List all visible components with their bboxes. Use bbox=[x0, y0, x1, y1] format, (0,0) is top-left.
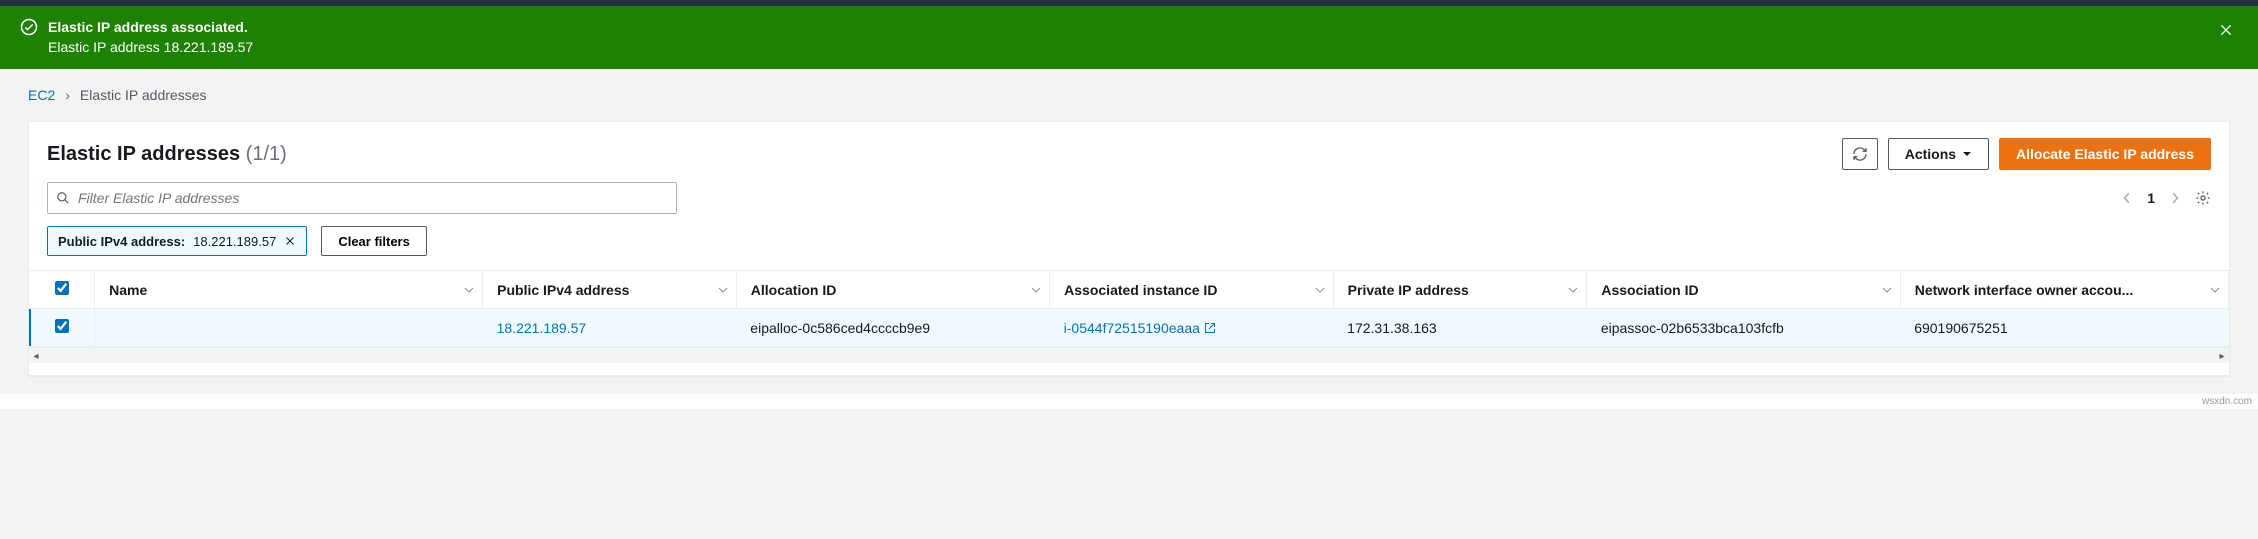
page-title: Elastic IP addresses (1/1) bbox=[47, 143, 287, 166]
main-panel: Elastic IP addresses (1/1) Actions Alloc… bbox=[28, 121, 2230, 376]
col-header-association-id[interactable]: Association ID bbox=[1587, 271, 1900, 309]
cell-instance-id[interactable]: i-0544f72515190eaaa bbox=[1064, 320, 1216, 336]
notification-banner: Elastic IP address associated. Elastic I… bbox=[0, 6, 2258, 69]
sort-icon bbox=[464, 282, 474, 298]
table-row[interactable]: 18.221.189.57 eipalloc-0c586ced4ccccb9e9… bbox=[29, 309, 2229, 347]
select-all-checkbox[interactable] bbox=[55, 281, 69, 295]
sort-icon bbox=[1568, 282, 1578, 298]
filter-chip: Public IPv4 address: 18.221.189.57 bbox=[47, 226, 307, 256]
sort-icon bbox=[1031, 282, 1041, 298]
search-input[interactable] bbox=[70, 190, 668, 206]
notification-subtitle: Elastic IP address 18.221.189.57 bbox=[48, 38, 253, 58]
gear-icon[interactable] bbox=[2195, 190, 2211, 206]
col-header-allocation-id[interactable]: Allocation ID bbox=[736, 271, 1049, 309]
chevron-down-icon bbox=[1962, 149, 1972, 159]
eip-table: Name Public IPv4 address Allocation ID A… bbox=[29, 271, 2229, 347]
cell-association-id: eipassoc-02b6533bca103fcfb bbox=[1587, 309, 1900, 347]
chevron-right-icon: › bbox=[65, 87, 70, 103]
sort-icon bbox=[1882, 282, 1892, 298]
col-header-private-ip[interactable]: Private IP address bbox=[1333, 271, 1587, 309]
scroll-left-icon[interactable]: ◂ bbox=[29, 349, 43, 363]
actions-label: Actions bbox=[1905, 146, 1956, 162]
sort-icon bbox=[1315, 282, 1325, 298]
allocate-eip-button[interactable]: Allocate Elastic IP address bbox=[1999, 138, 2211, 170]
col-header-public-ip[interactable]: Public IPv4 address bbox=[483, 271, 737, 309]
page-prev-button[interactable] bbox=[2121, 192, 2133, 204]
success-icon bbox=[20, 18, 38, 39]
page-next-button[interactable] bbox=[2169, 192, 2181, 204]
cell-owner: 690190675251 bbox=[1900, 309, 2228, 347]
breadcrumb-root[interactable]: EC2 bbox=[28, 87, 55, 103]
breadcrumb: EC2 › Elastic IP addresses bbox=[28, 87, 2230, 103]
col-header-checkbox[interactable] bbox=[29, 271, 95, 309]
filter-chip-value: 18.221.189.57 bbox=[193, 234, 276, 249]
cell-allocation-id: eipalloc-0c586ced4ccccb9e9 bbox=[736, 309, 1049, 347]
clear-filters-button[interactable]: Clear filters bbox=[321, 226, 427, 256]
sort-icon bbox=[2210, 282, 2220, 298]
page-title-count: (1/1) bbox=[246, 143, 287, 165]
col-header-instance-id[interactable]: Associated instance ID bbox=[1050, 271, 1334, 309]
search-icon bbox=[56, 191, 70, 205]
col-header-name[interactable]: Name bbox=[95, 271, 483, 309]
breadcrumb-current: Elastic IP addresses bbox=[80, 87, 207, 103]
row-checkbox[interactable] bbox=[55, 319, 69, 333]
cell-name bbox=[95, 309, 483, 347]
scroll-right-icon[interactable]: ▸ bbox=[2215, 349, 2229, 363]
filter-chip-remove[interactable] bbox=[284, 235, 296, 247]
sort-icon bbox=[718, 282, 728, 298]
footer-credit: wsxdn.com bbox=[0, 394, 2258, 409]
filter-chip-key: Public IPv4 address: bbox=[58, 234, 185, 249]
horizontal-scrollbar[interactable]: ◂ ▸ bbox=[29, 347, 2229, 363]
close-icon[interactable] bbox=[2214, 18, 2238, 45]
page-number: 1 bbox=[2147, 190, 2155, 206]
page-title-text: Elastic IP addresses bbox=[47, 143, 240, 165]
notification-title: Elastic IP address associated. bbox=[48, 18, 253, 38]
refresh-button[interactable] bbox=[1842, 138, 1878, 170]
col-header-owner[interactable]: Network interface owner accou... bbox=[1900, 271, 2228, 309]
cell-private-ip: 172.31.38.163 bbox=[1333, 309, 1587, 347]
actions-button[interactable]: Actions bbox=[1888, 138, 1989, 170]
external-link-icon bbox=[1200, 320, 1216, 336]
search-input-container bbox=[47, 182, 677, 214]
cell-public-ip[interactable]: 18.221.189.57 bbox=[497, 320, 587, 336]
